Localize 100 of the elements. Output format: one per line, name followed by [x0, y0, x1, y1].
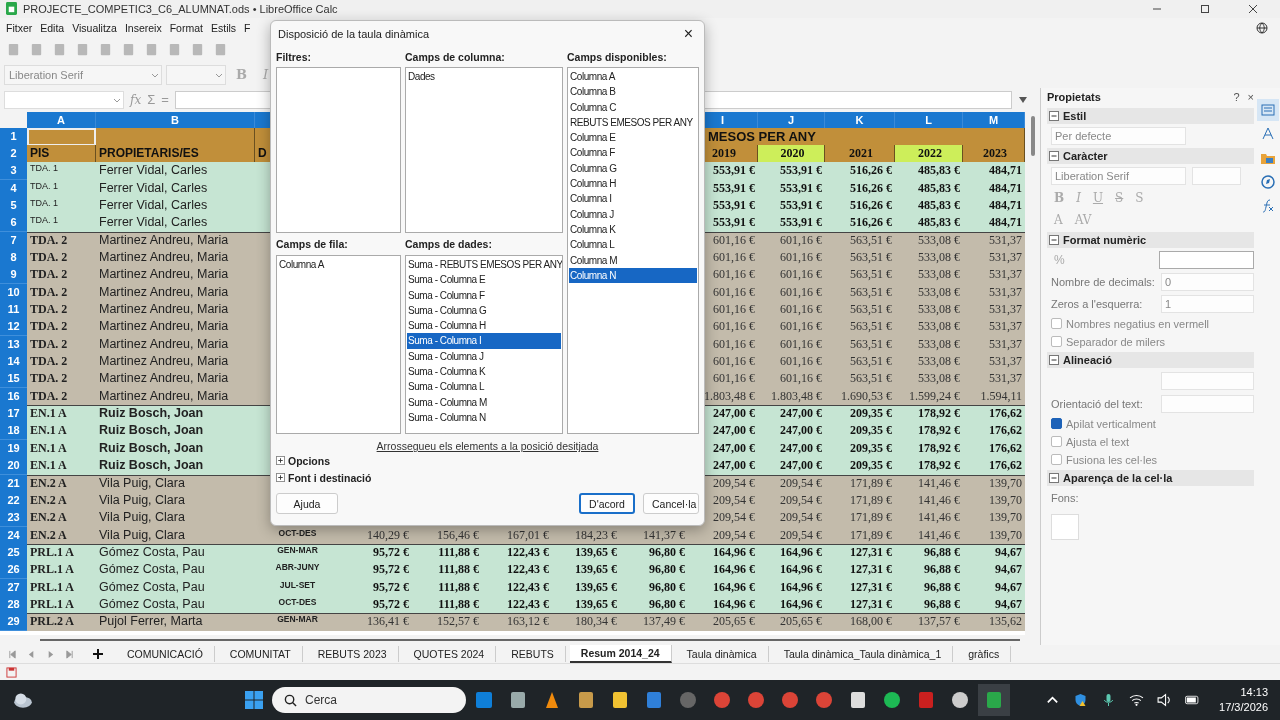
table-cell-text: 209,54 € [779, 491, 823, 509]
table-cell-text: 122,43 € [506, 543, 550, 561]
table-cell-text: 171,89 € [849, 491, 893, 509]
table-cell-text: 601,16 € [712, 301, 756, 319]
table-cell-text: PRL.1 A [29, 578, 75, 596]
table-cell-text: 531,37 [988, 266, 1023, 284]
table-cell-text: Gómez Costa, Pau [98, 561, 206, 579]
table-cell-text: 139,65 € [574, 561, 618, 579]
table-cell-text: 168,00 € [849, 613, 893, 631]
table-cell-text: 531,37 [988, 353, 1023, 371]
table-cell-text: 563,51 € [849, 266, 893, 284]
table-cell-text: 163,12 € [506, 613, 550, 631]
checkbox-label: Ajusta el text [1066, 435, 1129, 448]
field-label: Orientació del text: [1051, 397, 1143, 410]
table-cell-text: 139,70 [988, 474, 1023, 492]
table-cell-text: TDA. 2 [29, 370, 69, 388]
table-cell-text: 247,00 € [779, 457, 823, 475]
table-cell-text: EN.2 A [29, 526, 68, 544]
table-cell-text: 601,16 € [779, 231, 823, 249]
table-cell-text: 553,91 € [712, 197, 756, 214]
table-cell-text: Martinez Andreu, Maria [98, 387, 230, 405]
table-cell-text: 122,43 € [506, 561, 550, 579]
list-label: Camps de columna: [405, 51, 506, 63]
table-cell-text: 563,51 € [849, 353, 893, 371]
table-cell-text: 209,35 € [849, 457, 893, 475]
table-cell-text: 176,62 [988, 439, 1023, 457]
table-cell-text: 164,96 € [779, 595, 823, 613]
table-cell-text: 563,51 € [849, 318, 893, 336]
table-cell-text: TDA. 1 [29, 214, 59, 228]
table-cell-text: 94,67 [994, 561, 1023, 579]
checkbox-label: Apilat verticalment [1066, 417, 1156, 430]
table-cell-text: Vila Puig, Clara [98, 526, 186, 544]
table-cell-text: 553,91 € [712, 179, 756, 197]
table-cell-text: 136,41 € [366, 613, 410, 631]
table-cell-text: 94,67 [994, 543, 1023, 561]
table-cell-text: 553,91 € [779, 214, 823, 232]
table-cell-text: 176,62 [988, 457, 1023, 475]
table-cell-text: 485,83 € [917, 214, 961, 232]
table-cell-text: 601,16 € [712, 231, 756, 249]
table-cell-text: 135,62 [988, 613, 1023, 631]
list-label: Camps disponibles: [567, 51, 668, 63]
table-cell-text: Martinez Andreu, Maria [98, 266, 230, 284]
table-cell-text: EN.1 A [29, 422, 68, 440]
table-cell-text: 95,72 € [372, 595, 410, 613]
table-cell-text: 533,08 € [917, 353, 961, 371]
table-cell-text: Ferrer Vidal, Carles [98, 197, 209, 214]
table-cell-text: 516,26 € [849, 214, 893, 232]
table-cell-text: 209,54 € [712, 526, 756, 544]
table-cell-text: Pujol Ferrer, Marta [98, 613, 204, 631]
table-cell-text: 139,65 € [574, 578, 618, 596]
list-label: Camps de dades: [405, 238, 493, 250]
table-cell-text: 484,71 [988, 162, 1023, 180]
table-cell-text: 137,49 € [642, 613, 686, 631]
table-cell-text: Martinez Andreu, Maria [98, 353, 230, 371]
table-cell-text: 140,29 € [366, 526, 410, 544]
table-cell-text: 1.803,48 € [770, 387, 823, 405]
table-cell-text: EN.2 A [29, 474, 68, 492]
table-cell-text: 563,51 € [849, 249, 893, 267]
table-cell-text: 1.594,11 [979, 387, 1023, 405]
table-cell-text: 485,83 € [917, 197, 961, 214]
table-cell-text: 95,72 € [372, 578, 410, 596]
table-cell-text: 1.599,24 € [908, 387, 961, 405]
table-cell-text: EN.2 A [29, 491, 68, 509]
table-cell-text: 96,80 € [648, 561, 686, 579]
list-label: Camps de fila: [276, 238, 349, 250]
table-cell-text: EN.2 A [29, 509, 68, 527]
table-cell-text: 205,65 € [779, 613, 823, 631]
table-cell-text: Martinez Andreu, Maria [98, 231, 230, 249]
table-cell-text: 553,91 € [712, 162, 756, 180]
list-label: Filtres: [276, 51, 312, 63]
table-cell-text: Ruiz Bosch, Joan [98, 439, 205, 457]
table-cell-text: 171,89 € [849, 509, 893, 527]
table-cell-text: 122,43 € [506, 578, 550, 596]
table-cell-text: Martinez Andreu, Maria [98, 370, 230, 388]
table-cell-text: 531,37 [988, 318, 1023, 336]
table-cell-text: 531,37 [988, 370, 1023, 388]
table-cell-text: GEN-MAR [276, 613, 319, 627]
table-cell-text: TDA. 1 [29, 179, 59, 193]
table-cell-text: 94,67 [994, 595, 1023, 613]
table-cell-text: 127,31 € [849, 543, 893, 561]
table-cell-text: Ferrer Vidal, Carles [98, 179, 209, 197]
table-cell-text: 127,31 € [849, 595, 893, 613]
table-cell-text: 531,37 [988, 249, 1023, 267]
table-cell-text: EN.1 A [29, 457, 68, 475]
field-label: Nombre de decimals: [1051, 275, 1155, 288]
table-cell-text: 156,46 € [436, 526, 480, 544]
table-cell-text: 164,96 € [779, 543, 823, 561]
table-cell-text: 601,16 € [712, 370, 756, 388]
table-cell-text: 601,16 € [779, 335, 823, 353]
table-cell-text: 563,51 € [849, 283, 893, 301]
table-cell-text: 171,89 € [849, 474, 893, 492]
table-cell-text: 164,96 € [712, 595, 756, 613]
table-cell-text: 601,16 € [779, 370, 823, 388]
table-cell-text: 205,65 € [712, 613, 756, 631]
table-cell-text: JUL-SET [278, 578, 317, 592]
table-cell-text: 484,71 [988, 197, 1023, 214]
table-cell-text: 176,62 [988, 405, 1023, 423]
table-cell-text: 96,80 € [648, 578, 686, 596]
table-cell-text: 247,00 € [712, 457, 756, 475]
table-cell-text: 96,88 € [923, 561, 961, 579]
